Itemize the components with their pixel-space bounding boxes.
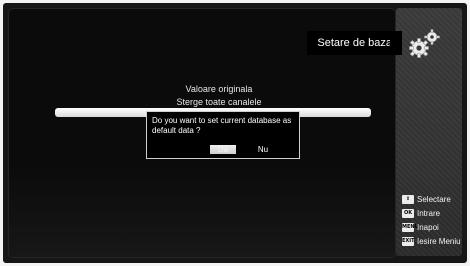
legend-label-enter: Intrare [417, 209, 441, 218]
legend-label-select: Selectare [417, 195, 451, 204]
title-arrow-icon [390, 36, 399, 50]
menu-item-delete-all-channels[interactable]: Sterge toate canalele [60, 96, 378, 108]
legend-label-exit: Iesire Meniu [417, 237, 461, 246]
up-down-key-icon: ⇕ [402, 195, 414, 204]
confirm-dialog: Do you want to set current database as d… [146, 111, 300, 159]
page-title: Setare de baza [307, 31, 402, 55]
exit-key-icon: EXIT [402, 237, 415, 246]
gears-icon [409, 29, 440, 58]
no-button[interactable]: Nu [250, 145, 276, 154]
legend-label-back: Inapoi [417, 223, 439, 232]
screen: Setare de baza Valoare originala Sterge … [0, 0, 470, 266]
ok-key-icon: OK [402, 209, 414, 218]
menu-item-original-value[interactable]: Valoare originala [60, 83, 378, 95]
menu-key-icon: MENU [402, 223, 419, 232]
yes-button[interactable]: Da [210, 145, 236, 154]
dialog-message: Do you want to set current database as d… [152, 116, 292, 135]
